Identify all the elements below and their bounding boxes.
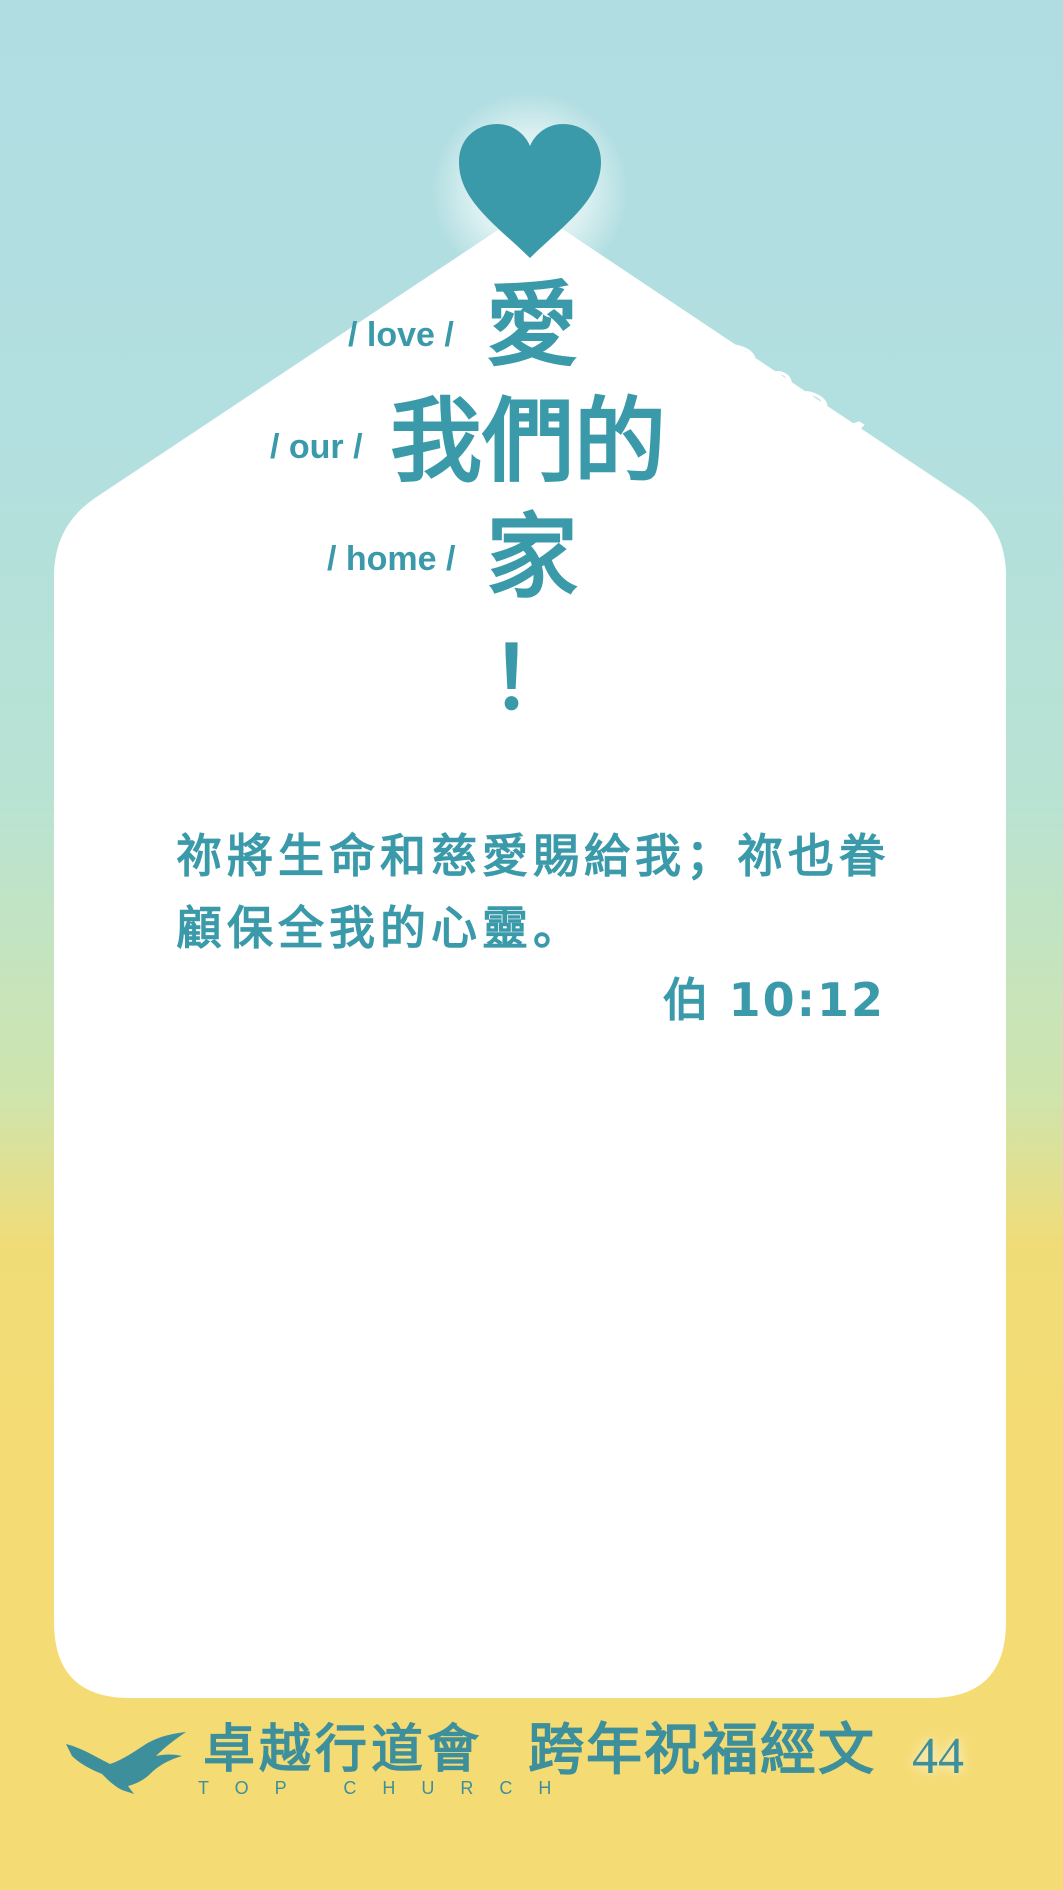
footer-subtitle: 跨年祝福經文: [528, 1717, 876, 1783]
title-english-our: / our /: [270, 428, 363, 466]
verse-reference: 伯 10:12: [662, 973, 885, 1027]
church-name: 卓越行道會: [203, 1720, 484, 1780]
church-name-english: TOP CHURCH: [198, 1778, 578, 1798]
heart-icon: [459, 124, 601, 258]
title-exclamation: ！: [490, 629, 576, 729]
page-number: 44: [912, 1728, 964, 1785]
title-chinese-home: 家: [486, 504, 579, 611]
eagle-icon: [66, 1732, 186, 1794]
verse-text: 祢將生命和慈愛賜給我；祢也眷顧保全我的心靈。: [176, 829, 890, 955]
title-chinese-love: 愛: [486, 272, 579, 379]
title-chinese-our: 我們的: [390, 388, 667, 495]
title-english-love: / love /: [348, 316, 454, 354]
title-english-home: / home /: [327, 540, 456, 578]
